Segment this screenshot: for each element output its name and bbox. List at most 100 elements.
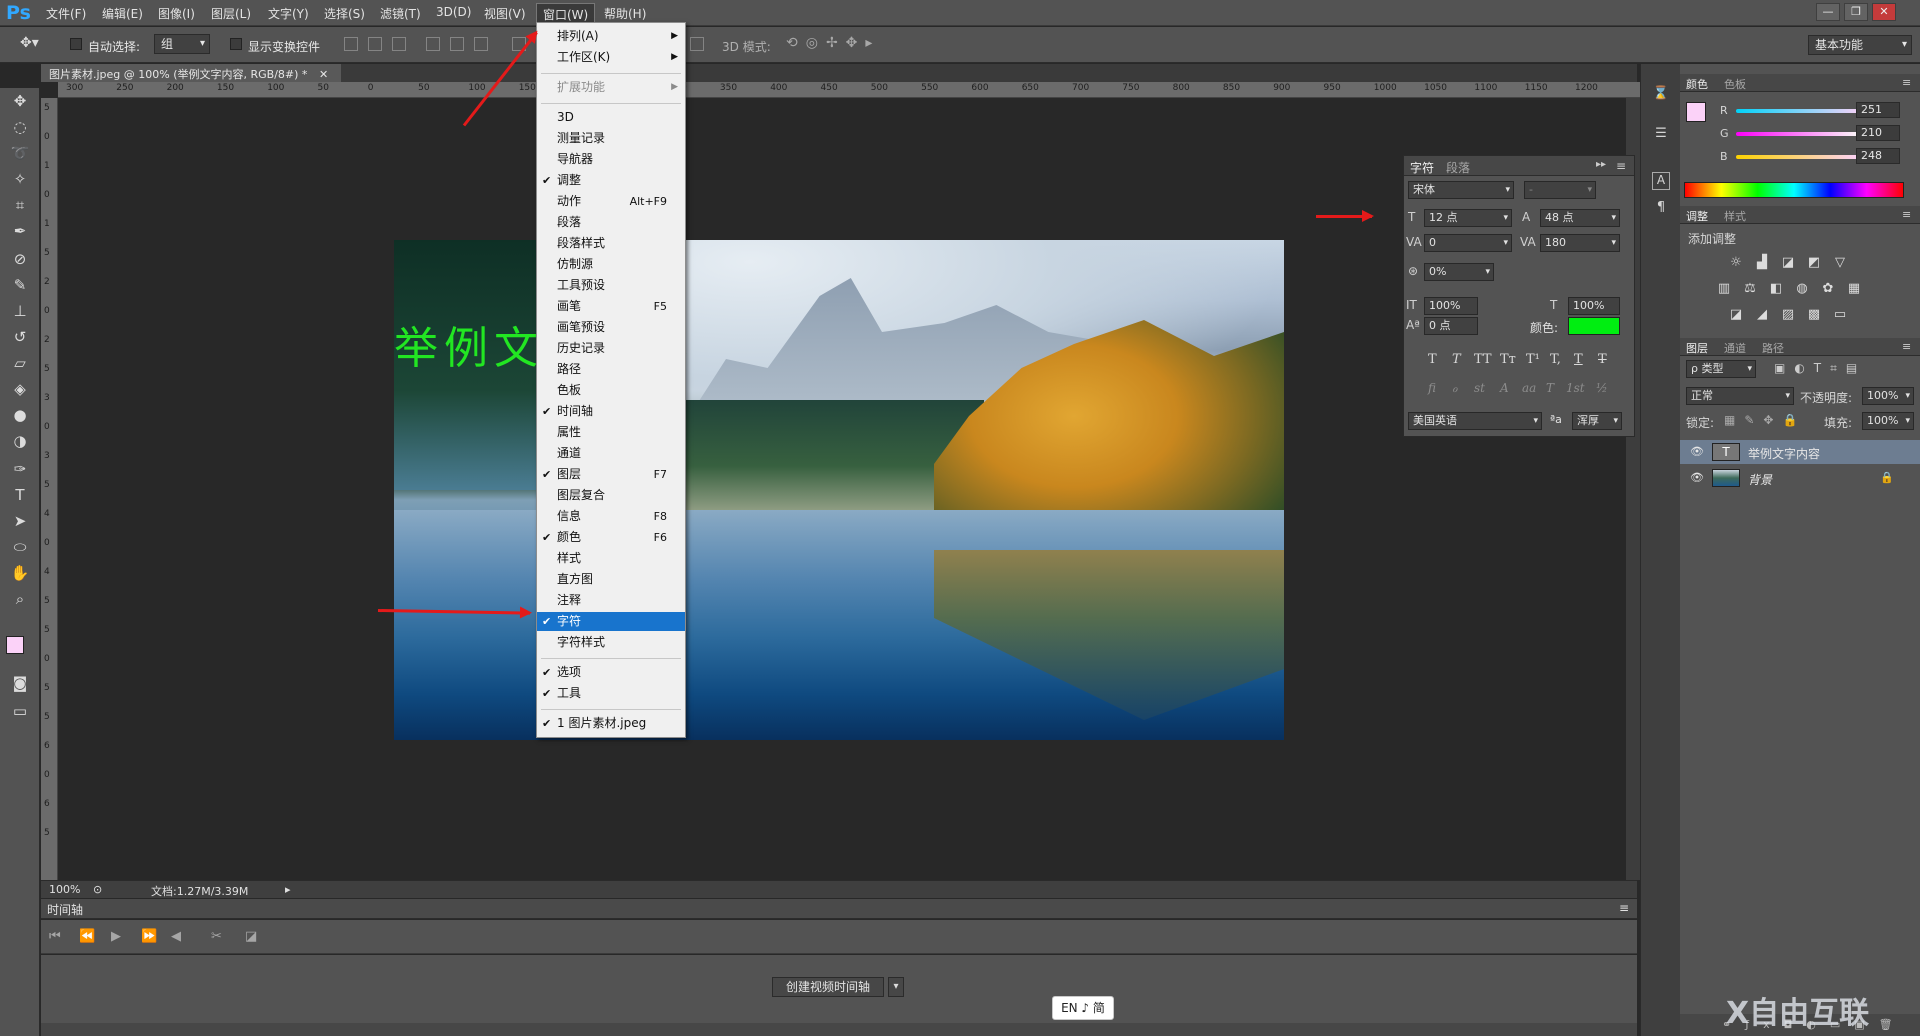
timeline-title[interactable]: 时间轴 xyxy=(47,903,83,917)
chevron-down-icon[interactable]: ▾ xyxy=(888,977,904,997)
3d-mode-icons[interactable]: ⟲◎✢✥▸ xyxy=(786,35,880,51)
window-menu-item[interactable]: 通道 xyxy=(537,444,685,463)
baseline-shift-field[interactable]: 0 点 xyxy=(1424,317,1478,335)
blend-mode-dropdown[interactable]: 正常 xyxy=(1686,387,1794,405)
window-menu-item[interactable]: 路径 xyxy=(537,360,685,379)
eraser-tool-icon[interactable]: ▱ xyxy=(8,352,32,374)
crop-tool-icon[interactable]: ⌗ xyxy=(8,194,32,216)
tracking-field[interactable]: 180 xyxy=(1540,234,1620,252)
layer-name[interactable]: 举例文字内容 xyxy=(1748,445,1820,462)
superscript-button[interactable]: T¹ xyxy=(1526,352,1540,367)
window-menu-item[interactable]: ✔ 图层 F7 xyxy=(537,465,685,484)
panel-menu-icon[interactable]: ≡ xyxy=(1619,901,1629,915)
play-icon[interactable]: ▶ xyxy=(111,929,121,944)
brush-tool-icon[interactable]: ✎ xyxy=(8,274,32,296)
font-size-field[interactable]: 12 点 xyxy=(1424,209,1512,227)
lock-icons[interactable]: ▦✎✥🔒 xyxy=(1724,413,1806,427)
window-menu-item[interactable]: 扩展功能 ▶ xyxy=(537,78,685,97)
tsume-field[interactable]: 0% xyxy=(1424,263,1494,281)
magic-wand-icon[interactable]: ✧ xyxy=(8,168,32,190)
titling-alternates-button[interactable]: T xyxy=(1546,381,1554,395)
language-dropdown[interactable]: 美国英语 xyxy=(1408,412,1542,430)
restore-button[interactable]: ❐ xyxy=(1844,3,1868,21)
window-menu-item[interactable]: ✔ 时间轴 xyxy=(537,402,685,421)
leading-field[interactable]: 48 点 xyxy=(1540,209,1620,227)
window-menu-item[interactable]: ✔ 选项 xyxy=(537,663,685,682)
window-menu-item[interactable]: 画笔预设 xyxy=(537,318,685,337)
tab-paths[interactable]: 路径 xyxy=(1762,340,1784,356)
create-video-timeline-button[interactable]: 创建视频时间轴 xyxy=(772,977,884,997)
paint-bucket-icon[interactable]: ◈ xyxy=(8,378,32,400)
minimize-button[interactable]: — xyxy=(1816,3,1840,21)
window-menu-item[interactable]: 工具预设 xyxy=(537,276,685,295)
menu-layer[interactable]: 图层(L) xyxy=(211,5,251,22)
subscript-button[interactable]: T, xyxy=(1550,352,1561,367)
window-menu-item[interactable]: 色板 xyxy=(537,381,685,400)
window-menu-item[interactable]: ✔ 调整 xyxy=(537,171,685,190)
window-menu-item[interactable]: ✔ 字符 xyxy=(537,612,685,631)
close-tab-icon[interactable]: ✕ xyxy=(319,68,328,81)
window-menu-item[interactable]: 画笔 F5 xyxy=(537,297,685,316)
menu-select[interactable]: 选择(S) xyxy=(324,5,365,22)
layer-name[interactable]: 背景 xyxy=(1748,471,1772,488)
b-value[interactable]: 248 xyxy=(1856,148,1900,164)
next-frame-icon[interactable]: ⏩ xyxy=(141,929,157,944)
ordinals-button[interactable]: 1st xyxy=(1566,381,1585,395)
exposure-icon[interactable]: ◩ xyxy=(1806,256,1822,270)
menu-edit[interactable]: 编辑(E) xyxy=(102,5,143,22)
window-menu-item[interactable]: 图层复合 xyxy=(537,486,685,505)
stamp-tool-icon[interactable]: ⊥ xyxy=(8,300,32,322)
curves-icon[interactable]: ◪ xyxy=(1780,256,1796,270)
transition-icon[interactable]: ◪ xyxy=(245,929,257,944)
window-menu-item[interactable]: 样式 xyxy=(537,549,685,568)
all-caps-button[interactable]: TT xyxy=(1474,352,1492,367)
tab-layers[interactable]: 图层 xyxy=(1686,340,1708,356)
pen-tool-icon[interactable]: ✑ xyxy=(8,458,32,480)
window-menu-item[interactable]: 字符样式 xyxy=(537,633,685,652)
auto-align-icon[interactable] xyxy=(690,37,704,51)
history-brush-icon[interactable]: ↺ xyxy=(8,326,32,348)
window-menu-item[interactable]: 段落样式 xyxy=(537,234,685,253)
font-family-dropdown[interactable]: 宋体 xyxy=(1408,181,1514,199)
vertical-scale-field[interactable]: 100% xyxy=(1424,297,1478,315)
photo-filter-icon[interactable]: ◍ xyxy=(1794,282,1810,296)
invert-icon[interactable]: ◪ xyxy=(1728,308,1744,322)
menu-3d[interactable]: 3D(D) xyxy=(436,5,471,19)
opacity-field[interactable]: 100% xyxy=(1862,387,1914,405)
window-menu-item[interactable]: 导航器 xyxy=(537,150,685,169)
posterize-icon[interactable]: ◢ xyxy=(1754,308,1770,322)
gradient-map-icon[interactable]: ▭ xyxy=(1832,308,1848,322)
g-slider[interactable] xyxy=(1736,132,1862,136)
window-menu-item[interactable]: ✔ 工具 xyxy=(537,684,685,703)
window-menu-item[interactable]: 仿制源 xyxy=(537,255,685,274)
fractions-button[interactable]: ½ xyxy=(1596,381,1608,395)
healing-brush-icon[interactable]: ⊘ xyxy=(8,248,32,270)
selective-color-icon[interactable]: ▩ xyxy=(1806,308,1822,322)
align-right-icon[interactable] xyxy=(474,37,488,51)
window-menu-item[interactable]: 直方图 xyxy=(537,570,685,589)
color-balance-icon[interactable]: ⚖ xyxy=(1742,282,1758,296)
document-tab[interactable]: 图片素材.jpeg @ 100% (举例文字内容, RGB/8#) * ✕ xyxy=(41,64,341,82)
tab-styles[interactable]: 样式 xyxy=(1724,208,1746,224)
menu-filter[interactable]: 滤镜(T) xyxy=(380,5,421,22)
history-panel-icon[interactable]: ⌛ xyxy=(1652,86,1670,104)
auto-select-checkbox[interactable] xyxy=(70,38,82,50)
window-menu-item[interactable]: ✔ 1 图片素材.jpeg xyxy=(537,714,685,733)
ps-logo[interactable]: Ps xyxy=(6,2,31,24)
b-slider[interactable] xyxy=(1736,155,1862,159)
first-frame-icon[interactable]: ⏮ xyxy=(49,929,61,944)
tab-character[interactable]: 字符 xyxy=(1410,159,1434,176)
menu-view[interactable]: 视图(V) xyxy=(484,5,526,22)
faux-italic-button[interactable]: T xyxy=(1452,352,1461,367)
threshold-icon[interactable]: ▨ xyxy=(1780,308,1796,322)
g-value[interactable]: 210 xyxy=(1856,125,1900,141)
window-menu-item[interactable]: ✔ 颜色 F6 xyxy=(537,528,685,547)
discretionary-ligatures-button[interactable]: st xyxy=(1474,381,1485,395)
window-menu-item[interactable]: 注释 xyxy=(537,591,685,610)
tab-paragraph[interactable]: 段落 xyxy=(1446,159,1470,176)
workspace-dropdown[interactable]: 基本功能 xyxy=(1808,35,1912,55)
align-hcenter-icon[interactable] xyxy=(450,37,464,51)
menu-type[interactable]: 文字(Y) xyxy=(268,5,309,22)
marquee-tool-icon[interactable]: ◌ xyxy=(8,116,32,138)
auto-select-dropdown[interactable]: 组 xyxy=(154,34,210,54)
